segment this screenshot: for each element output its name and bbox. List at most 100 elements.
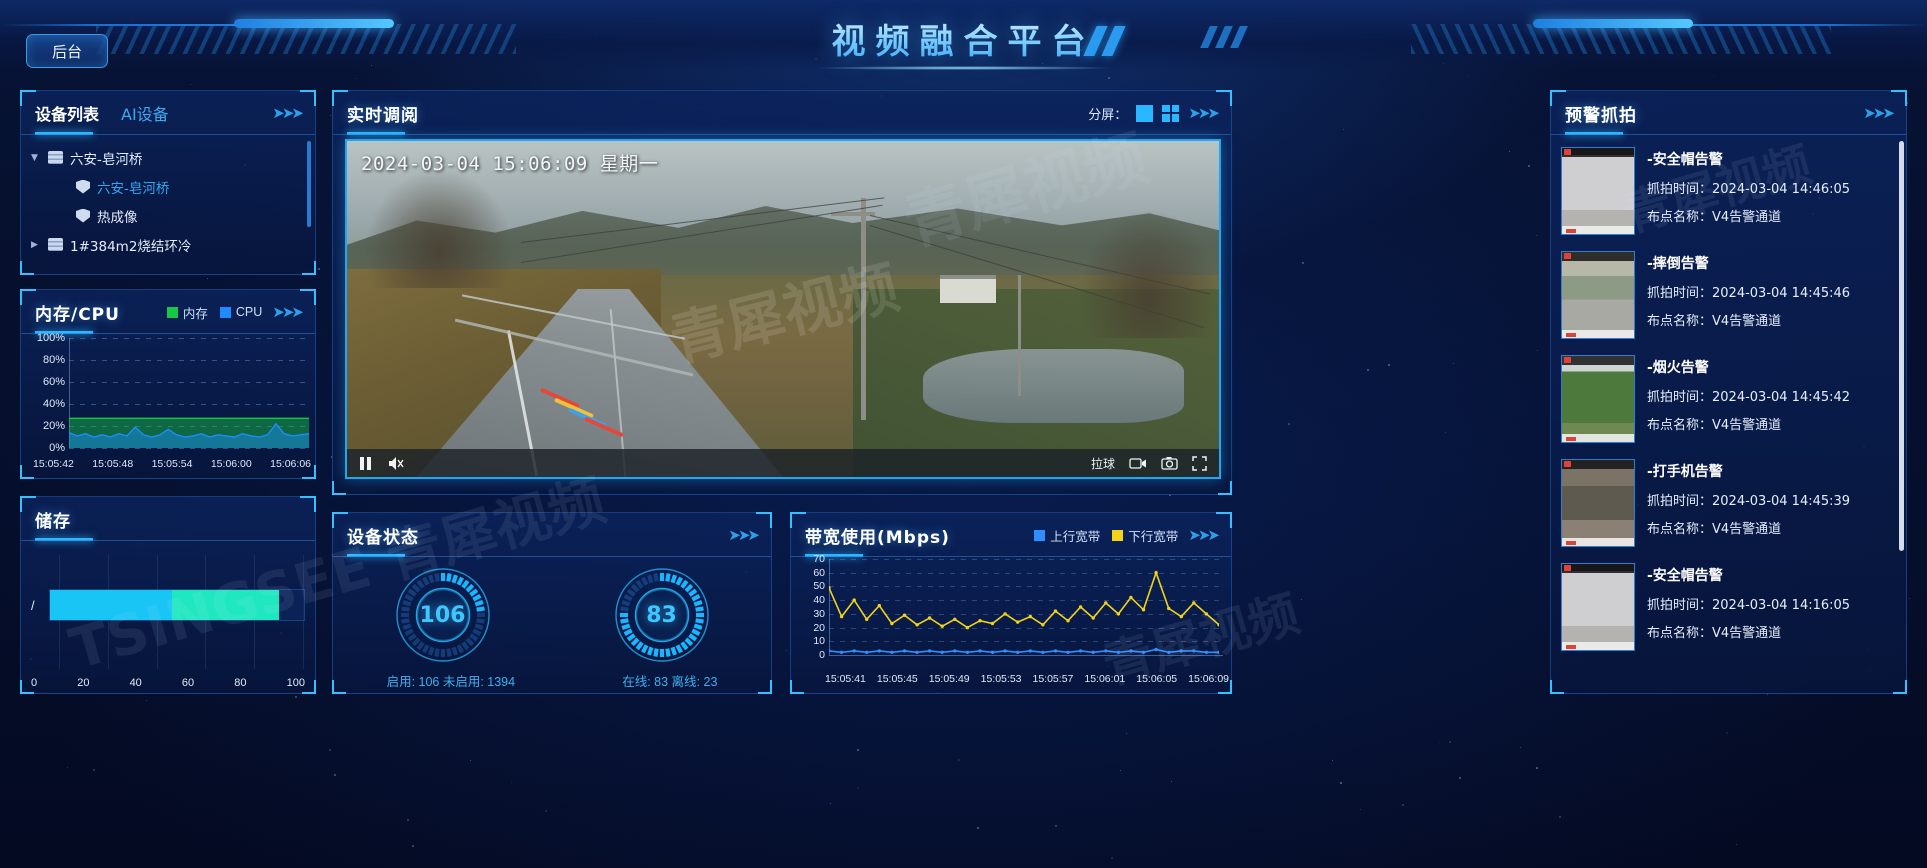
device-status-more-icon[interactable]: ➤➤➤ xyxy=(728,526,757,544)
live-video-panel: 实时调阅 分屏： ➤➤➤ 2024-03-04 15:06:09 星期一 拉球 xyxy=(332,90,1232,495)
gauge-caption-enabled: 启用: 106 未启用: 1394 xyxy=(387,671,516,690)
tree-node[interactable]: 小太阳沟调压站 xyxy=(31,259,315,263)
alarm-item[interactable]: -打手机告警 抓拍时间：2024-03-04 14:45:39 布点名称：V4告… xyxy=(1561,453,1896,557)
fullscreen-icon[interactable] xyxy=(1192,456,1207,471)
scene-tree-left xyxy=(364,168,514,288)
alarm-time: 抓拍时间：2024-03-04 14:45:42 xyxy=(1647,386,1896,405)
storage-row: / xyxy=(31,589,305,621)
legend-memory: 内存 xyxy=(167,303,208,322)
x-tick: 80 xyxy=(234,677,246,689)
alarm-item[interactable]: -摔倒告警 抓拍时间：2024-03-04 14:45:46 布点名称：V4告警… xyxy=(1561,245,1896,349)
memory-cpu-title: 内存/CPU xyxy=(35,300,120,325)
legend-cpu: CPU xyxy=(220,305,262,319)
tree-node-label: 1#384m2烧结环冷 xyxy=(70,235,191,255)
alarm-list-scrollbar[interactable] xyxy=(1899,141,1904,551)
y-tick: 30 xyxy=(813,608,825,620)
storage-panel: 储存 / 0 20 40 60 80 100 xyxy=(20,496,316,694)
legend-uplink-label: 上行宽带 xyxy=(1050,526,1100,545)
x-tick: 100 xyxy=(287,677,305,689)
pause-icon[interactable] xyxy=(359,456,372,471)
snapshot-camera-icon[interactable] xyxy=(1161,456,1178,470)
bandwidth-x-line xyxy=(829,655,1223,656)
y-tick: 0% xyxy=(49,442,65,454)
video-toolbar-left xyxy=(359,456,405,471)
alarm-item[interactable]: -烟火告警 抓拍时间：2024-03-04 14:45:42 布点名称：V4告警… xyxy=(1561,349,1896,453)
alarm-thumbnail[interactable] xyxy=(1561,251,1635,339)
alarm-thumbnail[interactable] xyxy=(1561,563,1635,651)
device-tree-scrollbar[interactable] xyxy=(307,141,311,227)
video-title: 实时调阅 xyxy=(347,101,419,126)
legend-uplink: 上行宽带 xyxy=(1034,526,1100,545)
back-button[interactable]: 后台 xyxy=(26,34,108,68)
alarm-more-icon[interactable]: ➤➤➤ xyxy=(1863,104,1892,122)
legend-downlink-label: 下行宽带 xyxy=(1128,526,1178,545)
alarm-time: 抓拍时间：2024-03-04 14:46:05 xyxy=(1647,178,1896,197)
alarm-item[interactable]: -安全帽告警 抓拍时间：2024-03-04 14:46:05 布点名称：V4告… xyxy=(1561,141,1896,245)
x-tick: 15:06:05 xyxy=(1136,673,1177,689)
device-list-panel: 设备列表 AI设备 ➤➤➤ 六安-皂河桥六安-皂河桥热成像1#384m2烧结环冷… xyxy=(20,90,316,275)
bandwidth-header: 带宽使用(Mbps) 上行宽带 下行宽带 ➤➤➤ xyxy=(791,513,1231,557)
y-tick: 80% xyxy=(43,354,65,366)
bandwidth-title: 带宽使用(Mbps) xyxy=(805,523,950,548)
memory-cpu-y-axis: 100% 80% 60% 40% 20% 0% xyxy=(21,338,67,448)
scene-tree-right xyxy=(1079,208,1219,338)
device-list-more-icon[interactable]: ➤➤➤ xyxy=(272,104,301,122)
alarm-item[interactable]: -安全帽告警 抓拍时间：2024-03-04 14:16:05 布点名称：V4告… xyxy=(1561,557,1896,661)
x-tick: 15:06:01 xyxy=(1084,673,1125,689)
ptz-button[interactable]: 拉球 xyxy=(1091,455,1115,472)
bandwidth-y-axis: 70 60 50 40 30 20 10 0 xyxy=(791,559,827,655)
video-frame[interactable]: 青犀视频 2024-03-04 15:06:09 星期一 拉球 xyxy=(345,139,1221,479)
camera-icon xyxy=(76,180,90,194)
alarm-thumbnail[interactable] xyxy=(1561,355,1635,443)
x-tick: 15:06:06 xyxy=(270,458,311,474)
storage-header: 储存 xyxy=(21,497,315,541)
alarm-info: -打手机告警 抓拍时间：2024-03-04 14:45:39 布点名称：V4告… xyxy=(1647,459,1896,546)
alarm-title: 预警抓拍 xyxy=(1565,101,1637,126)
video-record-icon[interactable] xyxy=(1129,457,1147,470)
app-header: 视频融合平台 后台 xyxy=(0,0,1927,78)
device-tree[interactable]: 六安-皂河桥六安-皂河桥热成像1#384m2烧结环冷小太阳沟调压站 xyxy=(21,135,315,263)
x-tick: 40 xyxy=(130,677,142,689)
tree-node-label: 六安-皂河桥 xyxy=(70,148,142,168)
x-tick: 15:05:41 xyxy=(825,673,866,689)
split-1-button[interactable] xyxy=(1136,105,1153,122)
chevron-right-icon[interactable] xyxy=(31,240,41,250)
bandwidth-panel: 带宽使用(Mbps) 上行宽带 下行宽带 ➤➤➤ 70 60 50 40 30 20 10 0 xyxy=(790,512,1232,694)
alarm-type: -摔倒告警 xyxy=(1647,253,1896,273)
chevron-down-icon[interactable] xyxy=(31,153,41,163)
video-more-icon[interactable]: ➤➤➤ xyxy=(1188,104,1217,122)
server-icon xyxy=(48,151,63,164)
split-4-button[interactable] xyxy=(1162,105,1179,122)
alarm-list[interactable]: -安全帽告警 抓拍时间：2024-03-04 14:46:05 布点名称：V4告… xyxy=(1551,135,1906,691)
x-tick: 15:05:49 xyxy=(929,673,970,689)
alarm-site: 布点名称：V4告警通道 xyxy=(1647,310,1896,329)
tab-device-list[interactable]: 设备列表 xyxy=(35,101,99,125)
x-tick: 15:05:53 xyxy=(981,673,1022,689)
alarm-info: -摔倒告警 抓拍时间：2024-03-04 14:45:46 布点名称：V4告警… xyxy=(1647,251,1896,338)
y-tick: 0 xyxy=(819,649,825,661)
tree-node[interactable]: 热成像 xyxy=(31,201,315,230)
tree-node[interactable]: 1#384m2烧结环冷 xyxy=(31,230,315,259)
alarm-thumbnail[interactable] xyxy=(1561,147,1635,235)
alarm-site: 布点名称：V4告警通道 xyxy=(1647,414,1896,433)
video-timestamp: 2024-03-04 15:06:09 星期一 xyxy=(361,149,658,176)
bandwidth-series xyxy=(829,559,1219,655)
alarm-thumbnail[interactable] xyxy=(1561,459,1635,547)
bandwidth-more-icon[interactable]: ➤➤➤ xyxy=(1188,526,1217,544)
y-tick: 20% xyxy=(43,420,65,432)
alarm-header: 预警抓拍 ➤➤➤ xyxy=(1551,91,1906,135)
memory-cpu-chart: 100% 80% 60% 40% 20% 0% 15:05:42 15:05:48 15:05… xyxy=(21,334,315,476)
gauge-在线: 83 xyxy=(612,565,712,665)
video-toolbar: 拉球 xyxy=(347,449,1219,477)
mute-icon[interactable] xyxy=(388,456,405,471)
memory-cpu-more-icon[interactable]: ➤➤➤ xyxy=(272,303,301,321)
tab-ai-device[interactable]: AI设备 xyxy=(121,101,169,125)
camera-icon xyxy=(76,209,90,223)
tree-node[interactable]: 六安-皂河桥 xyxy=(31,143,315,172)
legend-uplink-swatch xyxy=(1034,530,1045,541)
memory-cpu-legend: 内存 CPU xyxy=(167,303,262,322)
storage-free-segment xyxy=(172,590,279,620)
server-icon xyxy=(48,238,63,251)
header-pill-left xyxy=(234,19,394,28)
tree-node[interactable]: 六安-皂河桥 xyxy=(31,172,315,201)
